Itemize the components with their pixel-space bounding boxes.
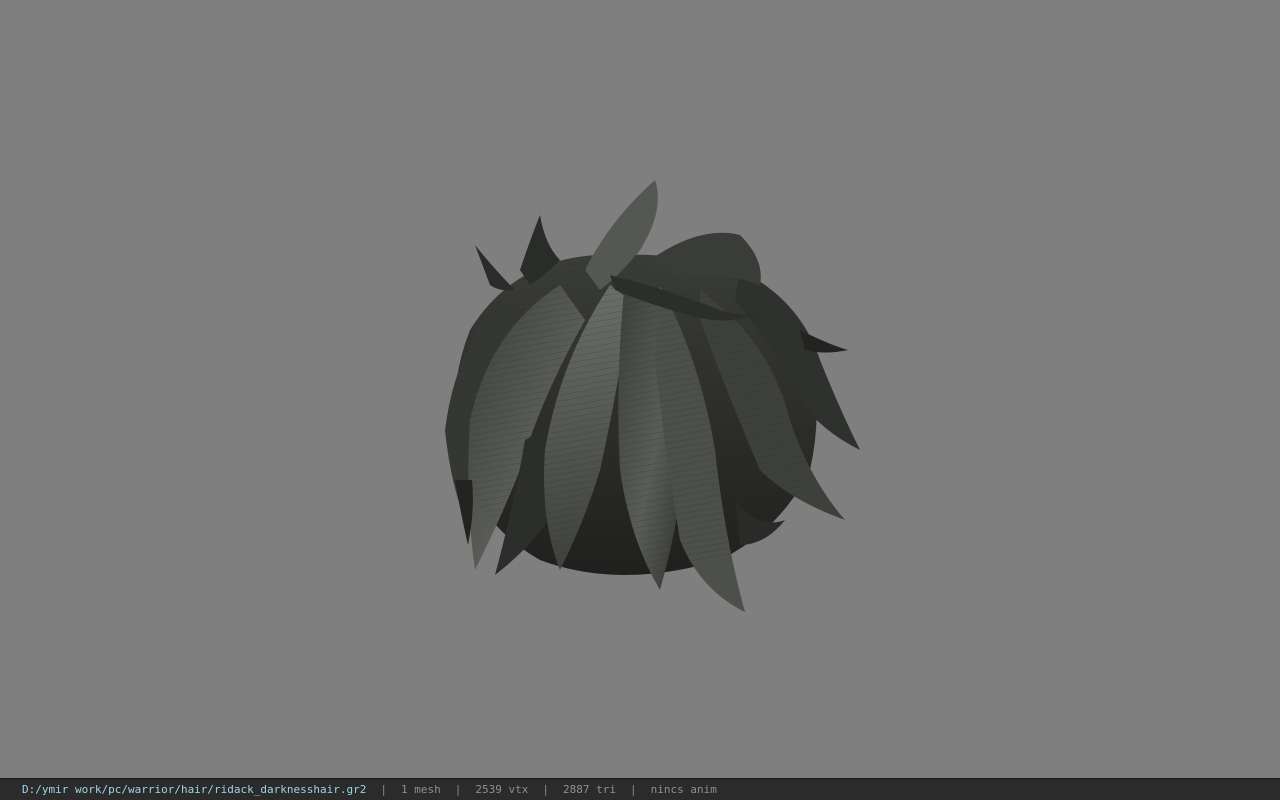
status-separator: | bbox=[454, 783, 462, 796]
animation-status: nincs anim bbox=[650, 783, 717, 796]
triangle-count: 2887 tri bbox=[562, 783, 616, 796]
hair-mesh bbox=[445, 180, 860, 612]
status-separator: | bbox=[380, 783, 387, 796]
3d-viewport[interactable] bbox=[0, 0, 1280, 778]
vertex-count: 2539 vtx bbox=[475, 783, 529, 796]
hair-tip-left-low bbox=[455, 480, 473, 545]
status-separator: | bbox=[629, 783, 637, 796]
status-separator: | bbox=[542, 783, 549, 796]
status-bar: D:/ymir work/pc/warrior/hair/ridack_dark… bbox=[0, 778, 1280, 800]
hair-lock-top-far-left-spike bbox=[475, 245, 515, 291]
hair-model-render[interactable] bbox=[0, 0, 1280, 778]
file-path: D:/ymir work/pc/warrior/hair/ridack_dark… bbox=[22, 783, 367, 796]
mesh-count: 1 mesh bbox=[401, 783, 441, 796]
